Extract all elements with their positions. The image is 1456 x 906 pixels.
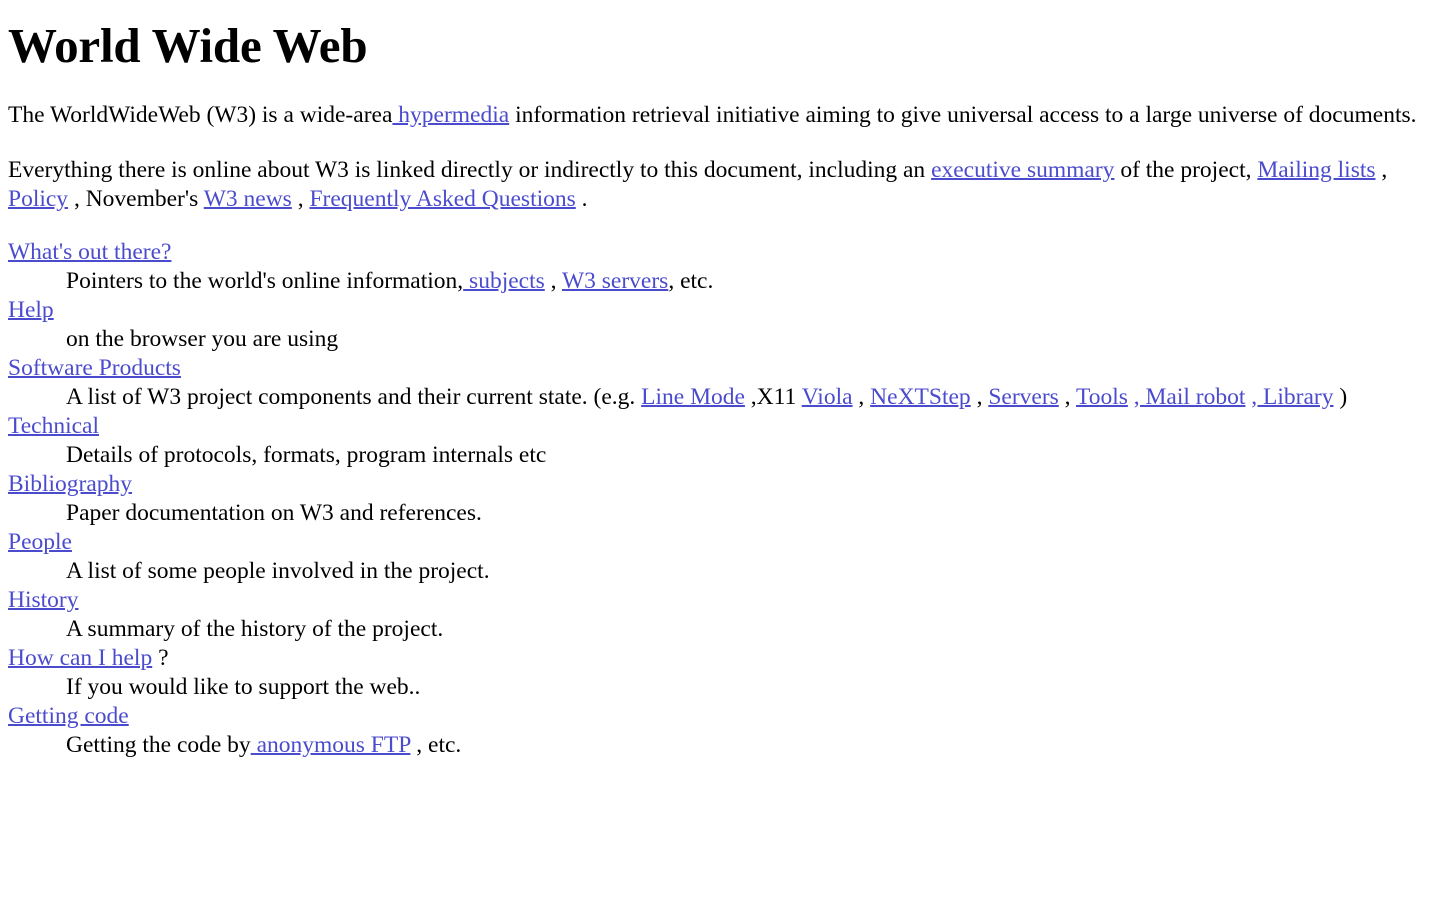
directory-definition: A list of some people involved in the pr… [66, 557, 1450, 586]
directory-definition: Pointers to the world's online informati… [66, 267, 1450, 296]
link-anonymous-ftp[interactable]: anonymous FTP [251, 732, 411, 758]
directory-term: Help [8, 296, 1450, 325]
definition-text: A list of some people involved in the pr… [66, 558, 490, 584]
link-executive-summary[interactable]: executive summary [931, 157, 1114, 183]
intro-paragraph-2: Everything there is online about W3 is l… [8, 156, 1450, 214]
link-viola[interactable]: Viola [802, 384, 853, 410]
link-policy[interactable]: Policy [8, 186, 68, 212]
directory-term: Bibliography [8, 470, 1450, 499]
link-hypermedia[interactable]: hypermedia [392, 102, 509, 128]
link-history[interactable]: History [8, 587, 79, 613]
link-line-mode[interactable]: Line Mode [641, 384, 745, 410]
directory-list: What's out there? Pointers to the world'… [8, 238, 1450, 760]
link-people[interactable]: People [8, 529, 72, 555]
directory-term: What's out there? [8, 238, 1450, 267]
link-getting-code[interactable]: Getting code [8, 703, 129, 729]
directory-definition: Getting the code by anonymous FTP , etc. [66, 731, 1450, 760]
link-mail-robot[interactable]: , Mail robot [1134, 384, 1246, 410]
page-root: World Wide Web The WorldWideWeb (W3) is … [0, 0, 1456, 906]
link-software-products[interactable]: Software Products [8, 355, 181, 381]
definition-text: Details of protocols, formats, program i… [66, 442, 547, 468]
definition-text: Paper documentation on W3 and references… [66, 500, 482, 526]
directory-term: Software Products [8, 354, 1450, 383]
directory-term: How can I help ? [8, 644, 1450, 673]
definition-text: , etc. [668, 268, 714, 294]
intro-p1-text-after: information retrieval initiative aiming … [509, 102, 1417, 128]
definition-text: A summary of the history of the project. [66, 616, 444, 642]
link-nextstep[interactable]: NeXTStep [870, 384, 971, 410]
directory-definition: A summary of the history of the project. [66, 615, 1450, 644]
link-tools[interactable]: Tools [1076, 384, 1128, 410]
directory-definition: A list of W3 project components and thei… [66, 383, 1450, 412]
intro-paragraph-1: The WorldWideWeb (W3) is a wide-area hyp… [8, 101, 1450, 130]
link-how-can-i-help[interactable]: How can I help [8, 645, 152, 671]
page-title: World Wide Web [8, 18, 368, 73]
directory-definition: If you would like to support the web.. [66, 673, 1450, 702]
definition-text: on the browser you are using [66, 326, 339, 352]
intro-p2-text-c: , [1375, 157, 1388, 183]
definition-text: Getting the code by [66, 732, 251, 758]
link-help[interactable]: Help [8, 297, 54, 323]
link-whats-out-there[interactable]: What's out there? [8, 239, 171, 265]
document-body: World Wide Web The WorldWideWeb (W3) is … [0, 0, 1456, 760]
definition-text: , [544, 268, 562, 294]
intro-p2-text-f: . [575, 186, 588, 212]
definition-text: , [852, 384, 871, 410]
directory-definition: on the browser you are using [66, 325, 1450, 354]
intro-p2-text-b: of the project, [1114, 157, 1258, 183]
link-mailing-lists[interactable]: Mailing lists [1257, 157, 1375, 183]
definition-text: , [970, 384, 989, 410]
directory-definition: Details of protocols, formats, program i… [66, 441, 1450, 470]
link-subjects[interactable]: subjects [463, 268, 545, 294]
directory-term: Getting code [8, 702, 1450, 731]
directory-term-suffix: ? [152, 645, 169, 671]
intro-p2-text-e: , [291, 186, 310, 212]
link-w3-servers[interactable]: W3 servers [562, 268, 668, 294]
intro-p2-text-a: Everything there is online about W3 is l… [8, 157, 932, 183]
directory-term: History [8, 586, 1450, 615]
definition-text: A list of W3 project components and thei… [66, 384, 642, 410]
link-bibliography[interactable]: Bibliography [8, 471, 132, 497]
directory-definition: Paper documentation on W3 and references… [66, 499, 1450, 528]
definition-text: ) [1333, 384, 1348, 410]
directory-term: People [8, 528, 1450, 557]
intro-p1-text-before: The WorldWideWeb (W3) is a wide-area [8, 102, 393, 128]
definition-text: , [1058, 384, 1076, 410]
link-w3-news[interactable]: W3 news [204, 186, 292, 212]
link-servers[interactable]: Servers [988, 384, 1058, 410]
link-library[interactable]: , Library [1251, 384, 1333, 410]
intro-p2-text-d: , November's [68, 186, 204, 212]
link-technical[interactable]: Technical [8, 413, 99, 439]
definition-text: ,X11 [744, 384, 802, 410]
link-frequently-asked-questions[interactable]: Frequently Asked Questions [309, 186, 575, 212]
definition-text: , etc. [410, 732, 462, 758]
directory-term: Technical [8, 412, 1450, 441]
definition-text: Pointers to the world's online informati… [66, 268, 464, 294]
definition-text: If you would like to support the web.. [66, 674, 421, 700]
